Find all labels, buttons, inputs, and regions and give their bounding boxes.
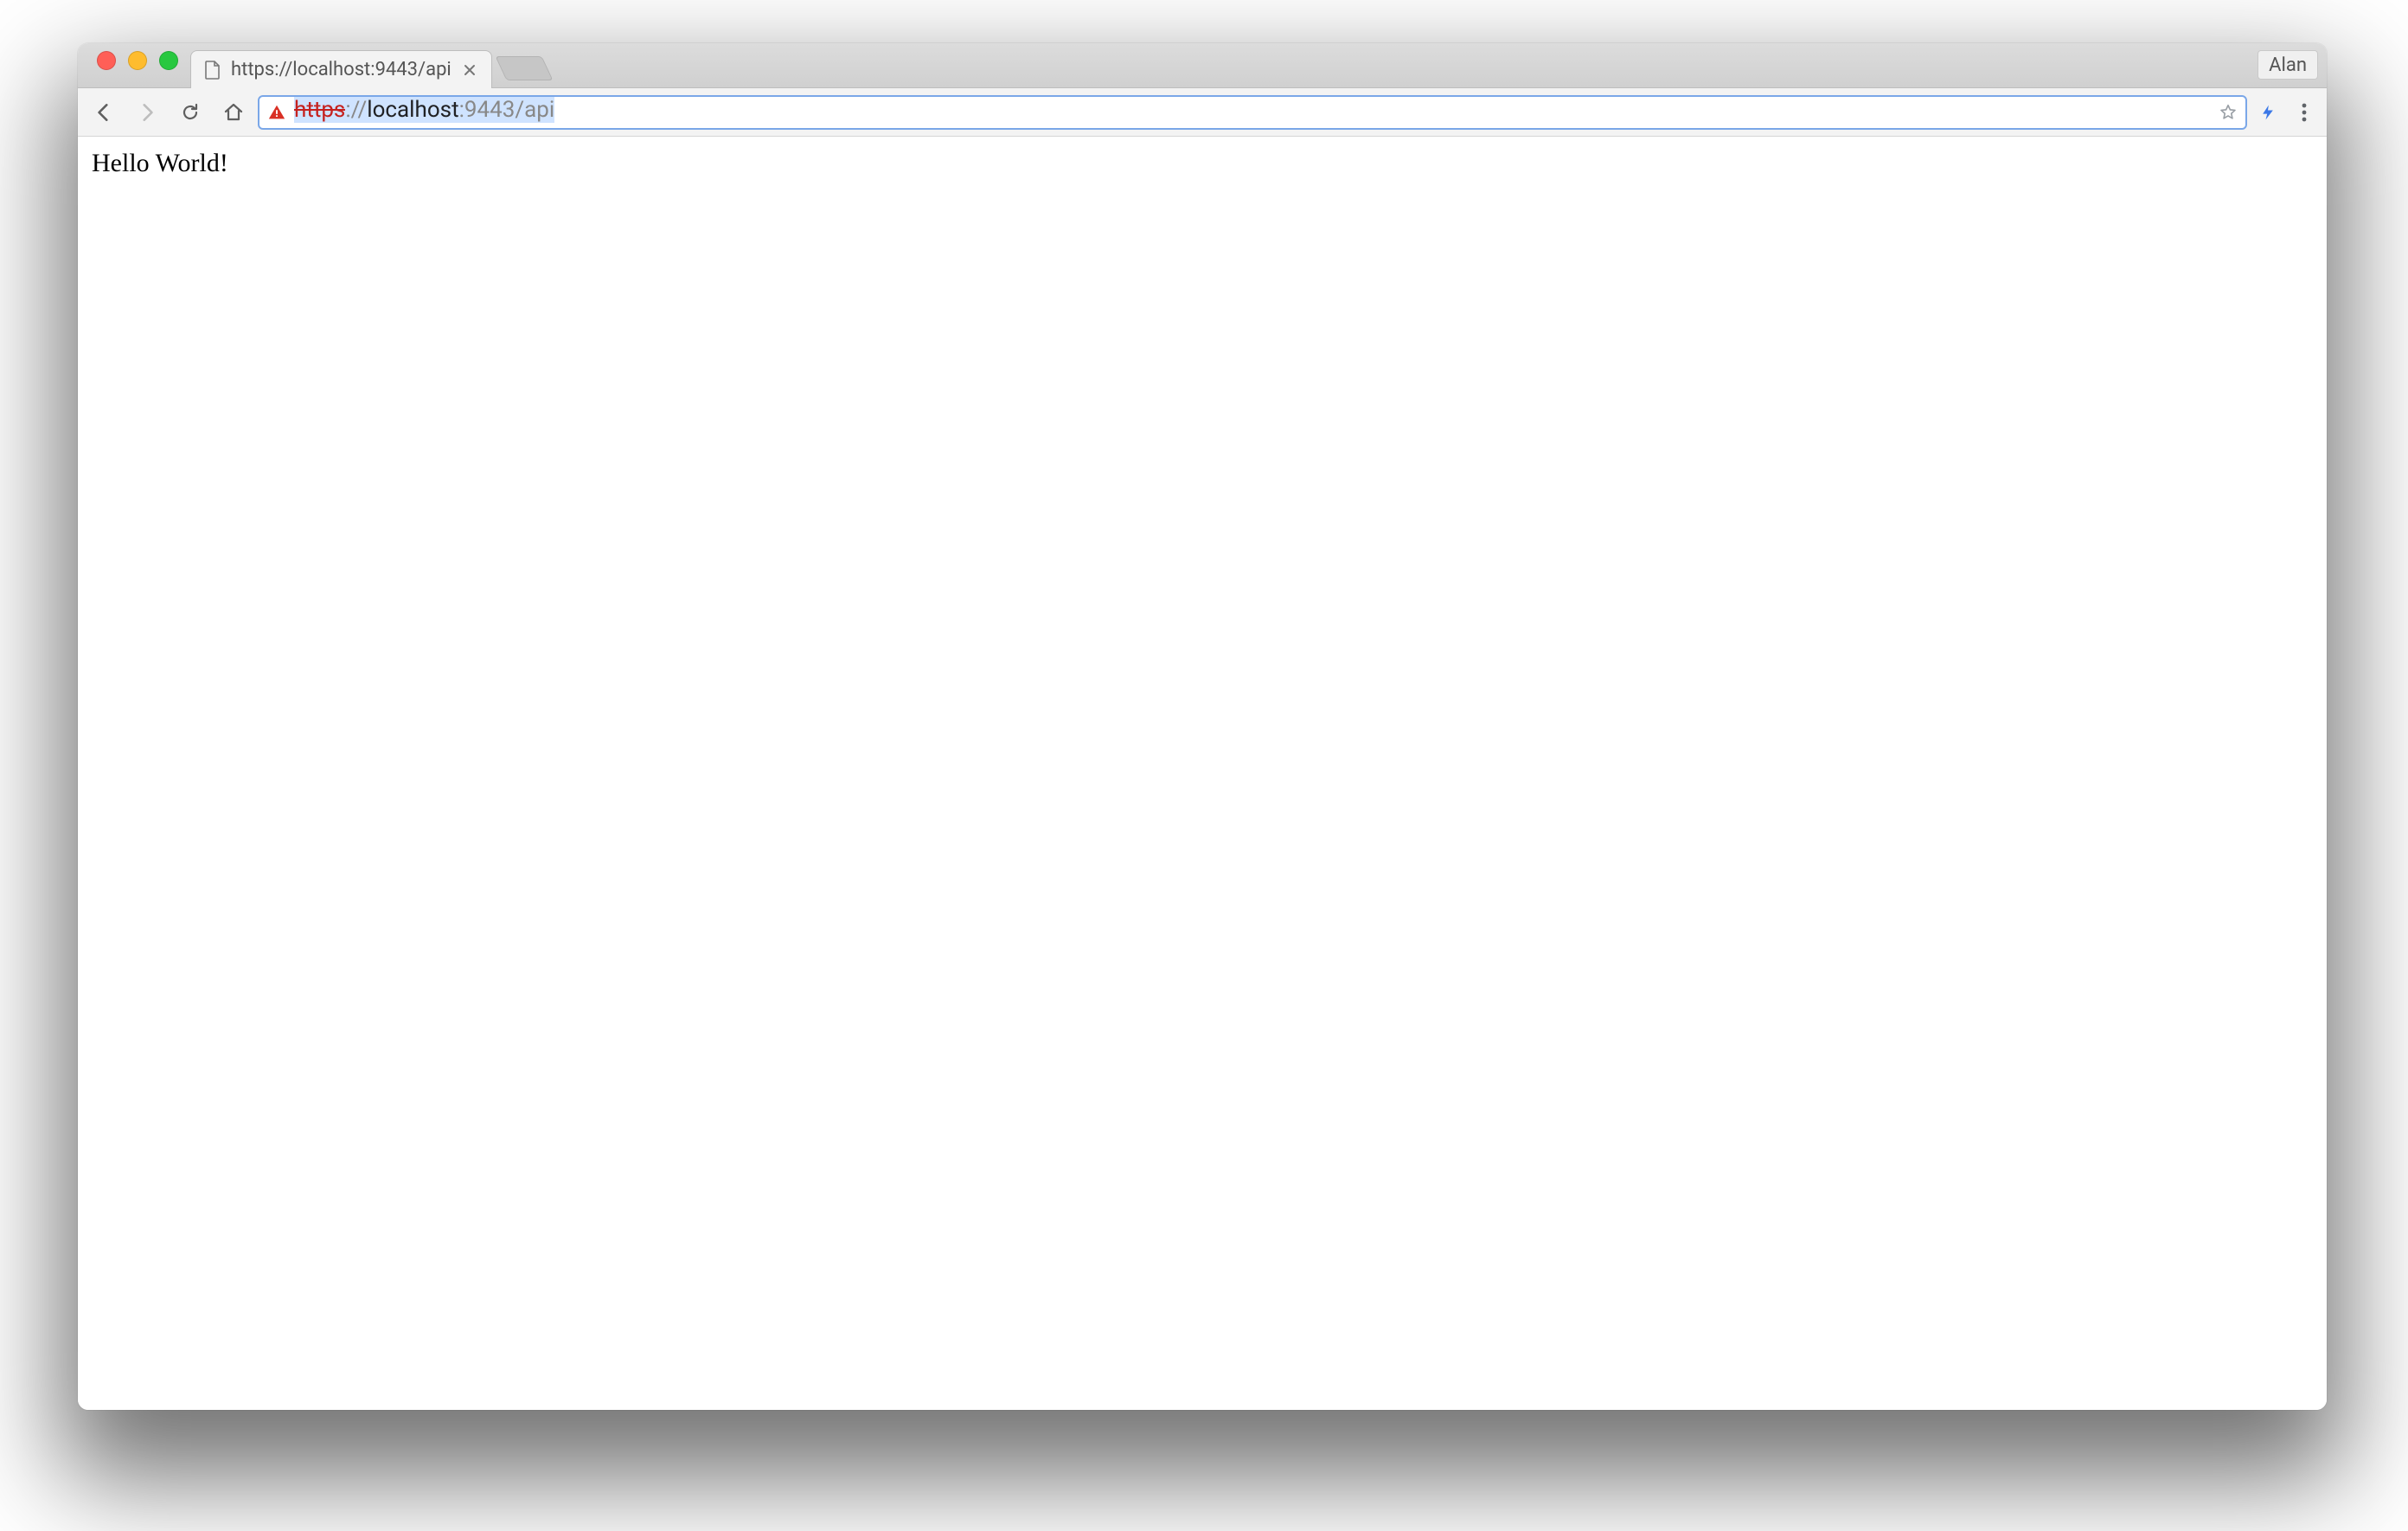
warning-triangle-icon <box>266 102 287 123</box>
new-tab-button[interactable] <box>495 56 553 80</box>
url-text[interactable]: https://localhost:9443/api <box>294 97 2209 128</box>
url-scheme: https <box>294 97 345 123</box>
page-body-text: Hello World! <box>78 137 2327 190</box>
close-icon[interactable] <box>460 61 479 80</box>
lightning-icon <box>2259 102 2277 123</box>
tab-title: https://localhost:9443/api <box>231 59 452 80</box>
window-minimize-button[interactable] <box>128 51 147 70</box>
viewport[interactable]: Hello World! <box>78 137 2327 1410</box>
profile-badge[interactable]: Alan <box>2258 50 2318 80</box>
url-path: /api <box>515 97 554 123</box>
url-port: :9443 <box>459 97 516 123</box>
back-icon <box>93 101 115 124</box>
extension-button[interactable] <box>2252 97 2283 128</box>
bookmark-star-button[interactable] <box>2216 100 2240 125</box>
toolbar: https://localhost:9443/api <box>78 88 2327 137</box>
url-separator: :// <box>345 97 367 123</box>
home-icon <box>223 102 244 123</box>
profile-name: Alan <box>2269 54 2307 76</box>
star-icon <box>2219 103 2238 122</box>
menu-dots-icon <box>2302 103 2307 122</box>
url-host: localhost <box>367 97 458 123</box>
reload-button[interactable] <box>171 93 209 131</box>
window-close-button[interactable] <box>97 51 116 70</box>
address-bar[interactable]: https://localhost:9443/api <box>258 95 2247 130</box>
forward-button[interactable] <box>128 93 166 131</box>
reload-icon <box>180 102 201 123</box>
back-button[interactable] <box>85 93 123 131</box>
tab-active[interactable]: https://localhost:9443/api <box>190 50 492 88</box>
browser-window: https://localhost:9443/api Alan <box>78 43 2327 1410</box>
window-zoom-button[interactable] <box>159 51 178 70</box>
window-controls <box>85 51 190 80</box>
browser-menu-button[interactable] <box>2289 97 2320 128</box>
home-button[interactable] <box>215 93 253 131</box>
forward-icon <box>136 101 158 124</box>
file-icon <box>203 58 222 82</box>
tab-strip: https://localhost:9443/api Alan <box>78 43 2327 88</box>
